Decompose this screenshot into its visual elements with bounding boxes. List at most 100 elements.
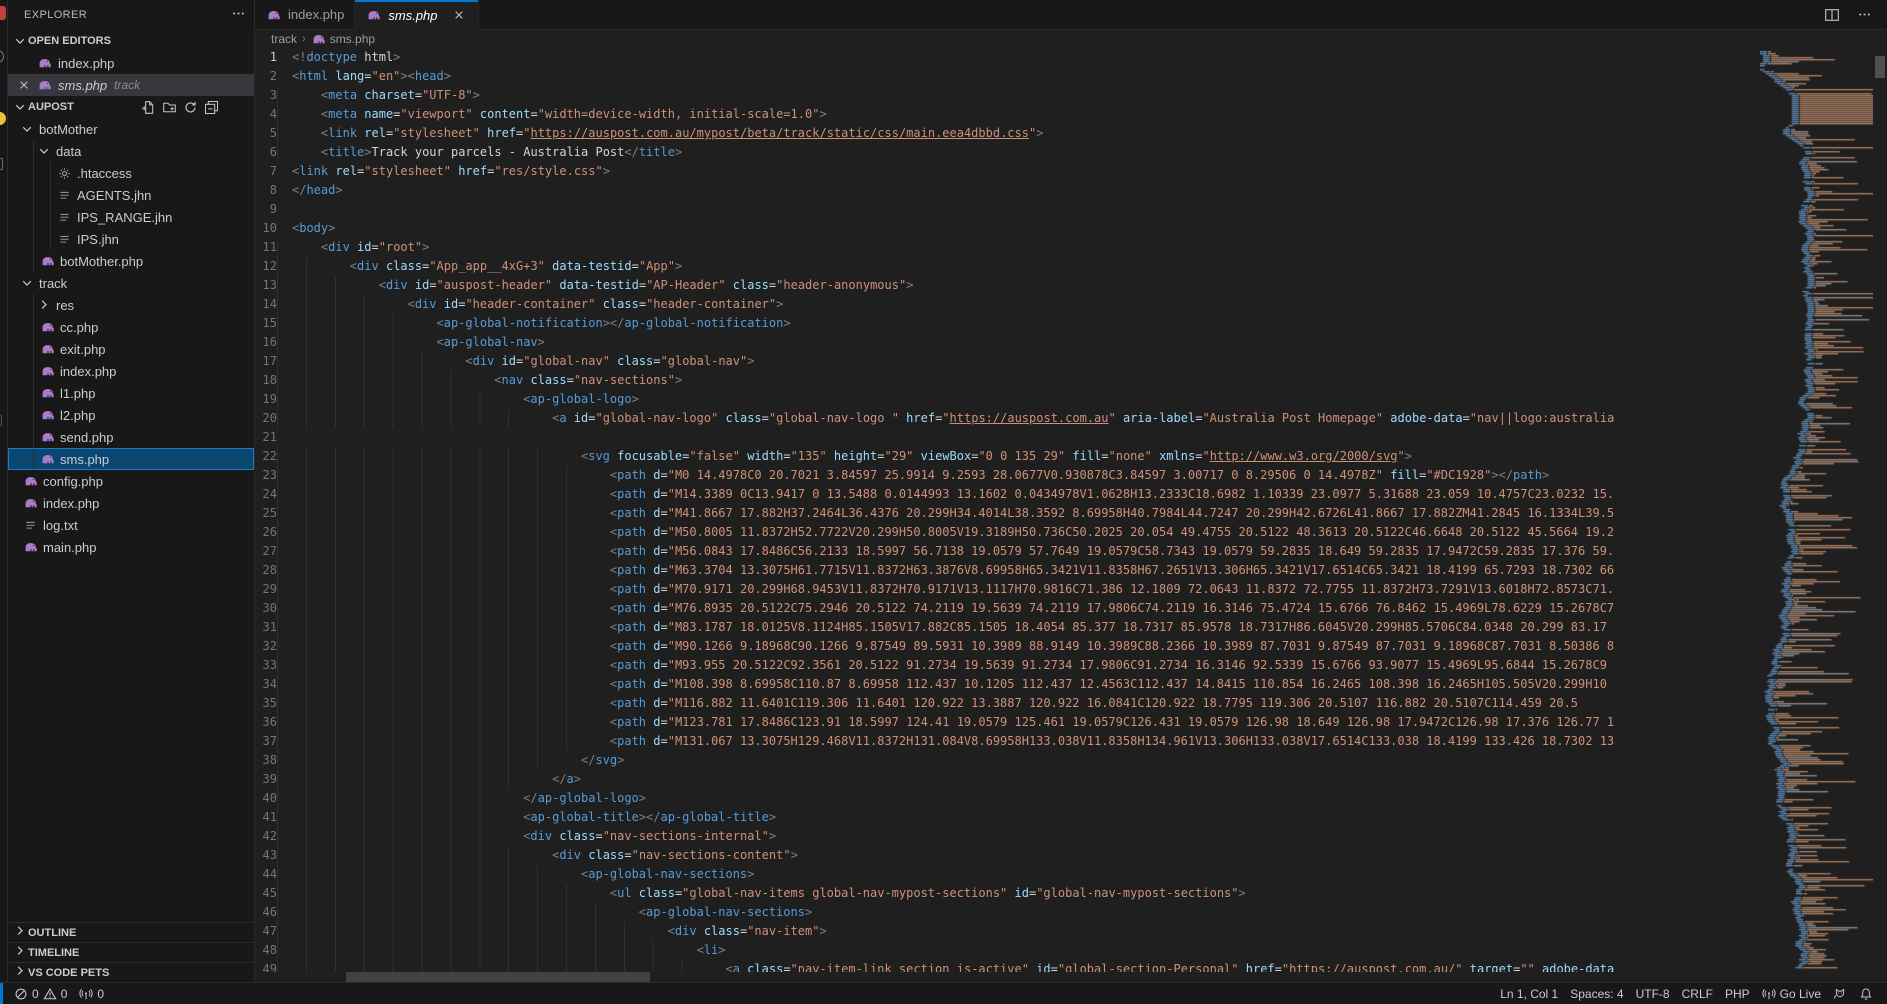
tree-item-IPS_RANGE.jhn[interactable]: IPS_RANGE.jhn	[8, 206, 254, 228]
code-line[interactable]: 17 <div id="global-nav" class="global-na…	[255, 352, 1760, 371]
code-area[interactable]: 1<!doctype html>2<html lang="en"><head> 3…	[255, 48, 1760, 972]
tree-item-log.txt[interactable]: log.txt	[8, 514, 254, 536]
tree-item-IPS.jhn[interactable]: IPS.jhn	[8, 228, 254, 250]
code-line[interactable]: 7<link rel="stylesheet" href="res/style.…	[255, 162, 1760, 181]
code-line[interactable]: 26 <path d="M50.8005 11.8372H52.7722V20.…	[255, 523, 1760, 542]
code-line[interactable]: 47 <div class="nav-item">	[255, 922, 1760, 941]
code-line[interactable]: 48 <li>	[255, 941, 1760, 960]
close-icon[interactable]	[450, 6, 468, 24]
open-editor-item-sms.php[interactable]: sms.php track	[8, 74, 254, 96]
code-line[interactable]: 40 </ap-global-logo>	[255, 789, 1760, 808]
code-line[interactable]: 41 <ap-global-title></ap-global-title>	[255, 808, 1760, 827]
code-line[interactable]: 9	[255, 200, 1760, 219]
code-line[interactable]: 46 <ap-global-nav-sections>	[255, 903, 1760, 922]
code-line[interactable]: 16 <ap-global-nav>	[255, 333, 1760, 352]
code-line[interactable]: 44 <ap-global-nav-sections>	[255, 865, 1760, 884]
code-line[interactable]: 28 <path d="M63.3704 13.3075H61.7715V11.…	[255, 561, 1760, 580]
tree-item-res[interactable]: res	[8, 294, 254, 316]
code-line[interactable]: 31 <path d="M83.1787 18.0125V8.1124H85.1…	[255, 618, 1760, 637]
collapse-all-icon[interactable]	[202, 98, 220, 116]
breadcrumb-file[interactable]: sms.php	[330, 32, 375, 46]
tree-item-l1.php[interactable]: l1.php	[8, 382, 254, 404]
tree-item-track[interactable]: track	[8, 272, 254, 294]
tab-sms.php[interactable]: sms.php	[355, 0, 478, 30]
more-actions-icon[interactable]	[1853, 4, 1875, 26]
minimap[interactable]	[1760, 48, 1873, 972]
code-line[interactable]: 25 <path d="M41.8667 17.882H37.2464L36.4…	[255, 504, 1760, 523]
code-line[interactable]: 12 <div class="App_app__4xG+3" data-test…	[255, 257, 1760, 276]
ports-indicator[interactable]: 0	[73, 987, 110, 1001]
tree-item-sms.php[interactable]: sms.php	[8, 448, 254, 470]
tree-item-main.php[interactable]: main.php	[8, 536, 254, 558]
code-line[interactable]: 49 <a class="nav-item-link section is-ac…	[255, 960, 1760, 972]
tree-item-.htaccess[interactable]: .htaccess	[8, 162, 254, 184]
breadcrumb-folder[interactable]: track	[271, 32, 297, 46]
code-line[interactable]: 5 <link rel="stylesheet" href="https://a…	[255, 124, 1760, 143]
code-line[interactable]: 32 <path d="M90.1266 9.18968C90.1266 9.8…	[255, 637, 1760, 656]
code-line[interactable]: 8</head>	[255, 181, 1760, 200]
tree-item-config.php[interactable]: config.php	[8, 470, 254, 492]
code-line[interactable]: 15 <ap-global-notification></ap-global-n…	[255, 314, 1760, 333]
tree-item-botMother[interactable]: botMother	[8, 118, 254, 140]
split-editor-icon[interactable]	[1821, 4, 1843, 26]
tree-item-send.php[interactable]: send.php	[8, 426, 254, 448]
code-line[interactable]: 11 <div id="root">	[255, 238, 1760, 257]
tree-item-index.php[interactable]: index.php	[8, 492, 254, 514]
horizontal-scrollbar[interactable]	[255, 972, 1760, 982]
explorer-more-actions-icon[interactable]	[231, 6, 246, 24]
code-line[interactable]: 34 <path d="M108.398 8.69958C110.87 8.69…	[255, 675, 1760, 694]
code-line[interactable]: 13 <div id="auspost-header" data-testid=…	[255, 276, 1760, 295]
tree-item-index.php[interactable]: index.php	[8, 360, 254, 382]
tree-item-l2.php[interactable]: l2.php	[8, 404, 254, 426]
vertical-scrollbar[interactable]	[1873, 48, 1887, 982]
code-line[interactable]: 35 <path d="M116.882 11.6401C119.306 11.…	[255, 694, 1760, 713]
project-section-header[interactable]: AUPOST	[8, 96, 254, 118]
code-line[interactable]: 4 <meta name="viewport" content="width=d…	[255, 105, 1760, 124]
tree-item-data[interactable]: data	[8, 140, 254, 162]
pets-button[interactable]	[1827, 987, 1853, 1001]
problems-indicator[interactable]: 0 0	[8, 987, 73, 1001]
close-icon[interactable]	[16, 77, 32, 93]
code-line[interactable]: 1<!doctype html>	[255, 48, 1760, 67]
notifications-button[interactable]	[1853, 987, 1879, 1001]
code-line[interactable]: 14 <div id="header-container" class="hea…	[255, 295, 1760, 314]
code-line[interactable]: 22 <svg focusable="false" width="135" he…	[255, 447, 1760, 466]
code-line[interactable]: 42 <div class="nav-sections-internal">	[255, 827, 1760, 846]
vertical-scrollbar-thumb[interactable]	[1875, 56, 1885, 78]
tree-item-exit.php[interactable]: exit.php	[8, 338, 254, 360]
code-line[interactable]: 24 <path d="M14.3389 0C13.9417 0 13.5488…	[255, 485, 1760, 504]
code-line[interactable]: 10<body>	[255, 219, 1760, 238]
eol-setting[interactable]: CRLF	[1676, 987, 1719, 1001]
open-editor-item-index.php[interactable]: index.php	[8, 52, 254, 74]
code-line[interactable]: 33 <path d="M93.955 20.5122C92.3561 20.5…	[255, 656, 1760, 675]
tab-index.php[interactable]: index.php	[255, 0, 355, 29]
code-line[interactable]: 36 <path d="M123.781 17.8486C123.91 18.5…	[255, 713, 1760, 732]
section-timeline[interactable]: TIMELINE	[8, 942, 254, 962]
section-vscode-pets[interactable]: VS CODE PETS	[8, 962, 254, 982]
new-file-icon[interactable]	[139, 98, 157, 116]
encoding-setting[interactable]: UTF-8	[1630, 987, 1676, 1001]
go-live-button[interactable]: Go Live	[1756, 987, 1827, 1001]
code-line[interactable]: 2<html lang="en"><head>	[255, 67, 1760, 86]
code-line[interactable]: 39 </a>	[255, 770, 1760, 789]
open-editors-header[interactable]: OPEN EDITORS	[8, 30, 254, 52]
cursor-position[interactable]: Ln 1, Col 1	[1494, 987, 1564, 1001]
tree-item-cc.php[interactable]: cc.php	[8, 316, 254, 338]
new-folder-icon[interactable]	[160, 98, 178, 116]
code-line[interactable]: 43 <div class="nav-sections-content">	[255, 846, 1760, 865]
code-line[interactable]: 30 <path d="M76.8935 20.5122C75.2946 20.…	[255, 599, 1760, 618]
code-line[interactable]: 27 <path d="M56.0843 17.8486C56.2133 18.…	[255, 542, 1760, 561]
code-line[interactable]: 20 <a id="global-nav-logo" class="global…	[255, 409, 1760, 428]
code-line[interactable]: 45 <ul class="global-nav-items global-na…	[255, 884, 1760, 903]
code-line[interactable]: 19 <ap-global-logo>	[255, 390, 1760, 409]
refresh-icon[interactable]	[181, 98, 199, 116]
language-mode[interactable]: PHP	[1719, 987, 1756, 1001]
code-line[interactable]: 6 <title>Track your parcels - Australia …	[255, 143, 1760, 162]
code-editor[interactable]: 1<!doctype html>2<html lang="en"><head> 3…	[255, 48, 1887, 982]
code-line[interactable]: 29 <path d="M70.9171 20.299H68.9453V11.8…	[255, 580, 1760, 599]
code-line[interactable]: 37 <path d="M131.067 13.3075H129.468V11.…	[255, 732, 1760, 751]
code-line[interactable]: 23 <path d="M0 14.4978C0 20.7021 3.84597…	[255, 466, 1760, 485]
code-line[interactable]: 21	[255, 428, 1760, 447]
code-line[interactable]: 18 <nav class="nav-sections">	[255, 371, 1760, 390]
code-line[interactable]: 38 </svg>	[255, 751, 1760, 770]
